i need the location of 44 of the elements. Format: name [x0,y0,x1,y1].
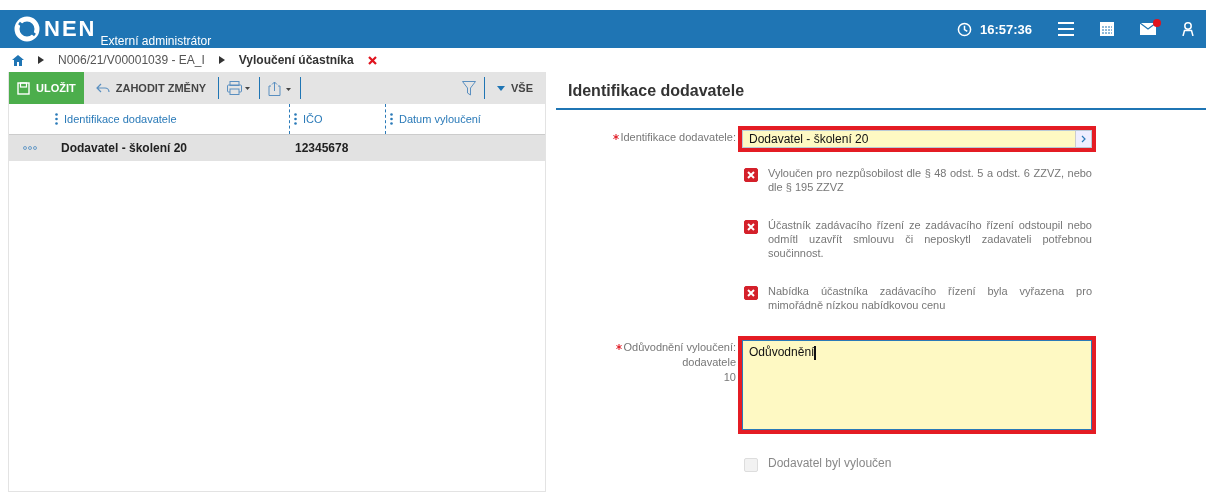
checkbox-label: Dodavatel byl vyloučen [768,456,892,470]
select-button[interactable] [1075,131,1091,147]
logo-icon [14,16,40,42]
clock-time: 16:57:36 [979,21,1032,37]
discard-button[interactable]: ZAHODIT ZMĚNY [91,82,211,94]
supplier-field[interactable]: Dodavatel - školení 20 [742,130,1092,148]
table-cell-text: Dodavatel - školení 20 [60,141,189,155]
checkbox[interactable] [744,220,758,234]
close-icon[interactable] [367,55,377,65]
column-menu-icon[interactable] [55,113,58,125]
filter-scope-dropdown[interactable]: VŠE [493,82,537,94]
justification-field[interactable]: Odůvodnění [742,340,1092,430]
printer-icon[interactable] [227,81,252,95]
export-icon[interactable] [268,80,293,96]
table-row[interactable]: Dodavatel - školení 20 12345678 [9,134,545,161]
menu-icon[interactable] [1058,22,1074,36]
column-header[interactable]: IČO [297,108,323,130]
home-icon[interactable] [12,54,24,66]
app-subtitle: Externí administrátor [100,34,212,48]
chevron-icon [38,56,44,64]
chevron-icon [1081,135,1086,143]
logo-text: NEN [44,16,97,42]
column-header[interactable]: Datum vyloučení [393,108,481,130]
breadcrumb-link[interactable]: Vyloučení účastníka [238,53,354,67]
section-title: Identifikace dodavatele [568,82,745,100]
field-label: Identifikace dodavatele: [620,130,736,145]
caret-icon [497,85,505,91]
column-header[interactable]: Identifikace dodavatele [58,108,177,130]
user-icon[interactable] [1182,22,1194,36]
clock-icon [956,21,972,37]
checkbox[interactable] [744,168,758,182]
mail-icon[interactable] [1140,23,1156,35]
column-menu-icon[interactable] [294,113,297,125]
column-menu-icon[interactable] [390,113,393,125]
checkbox-label: Účastník zadávacího řízení ze zadávacího řízení odstoupil nebo odmítl uzavřít smlouvu či neposkytl zadavateli potřebnou součinnost. [768,218,1092,260]
table-cell-text: 12345678 [294,141,350,155]
checkbox-label: Vyloučen pro nezpůsobilost dle § 48 odst. 5 a odst. 6 ZZVZ, nebo dle § 195 ZZVZ [768,166,1092,194]
undo-arrow-icon [95,83,110,93]
checkbox-label: Nabídka účastníka zadávacího řízení byla vyřazena pro mimořádně nízkou nabídkovou cenu [768,284,1092,312]
filter-icon[interactable] [462,80,476,96]
field-label: Odůvodnění vyloučení: dodavatele 10 [623,340,736,385]
breadcrumb-link[interactable]: N006/21/V00001039 - EA_I [58,53,205,67]
checkbox[interactable] [744,286,758,300]
chevron-icon [218,56,225,64]
